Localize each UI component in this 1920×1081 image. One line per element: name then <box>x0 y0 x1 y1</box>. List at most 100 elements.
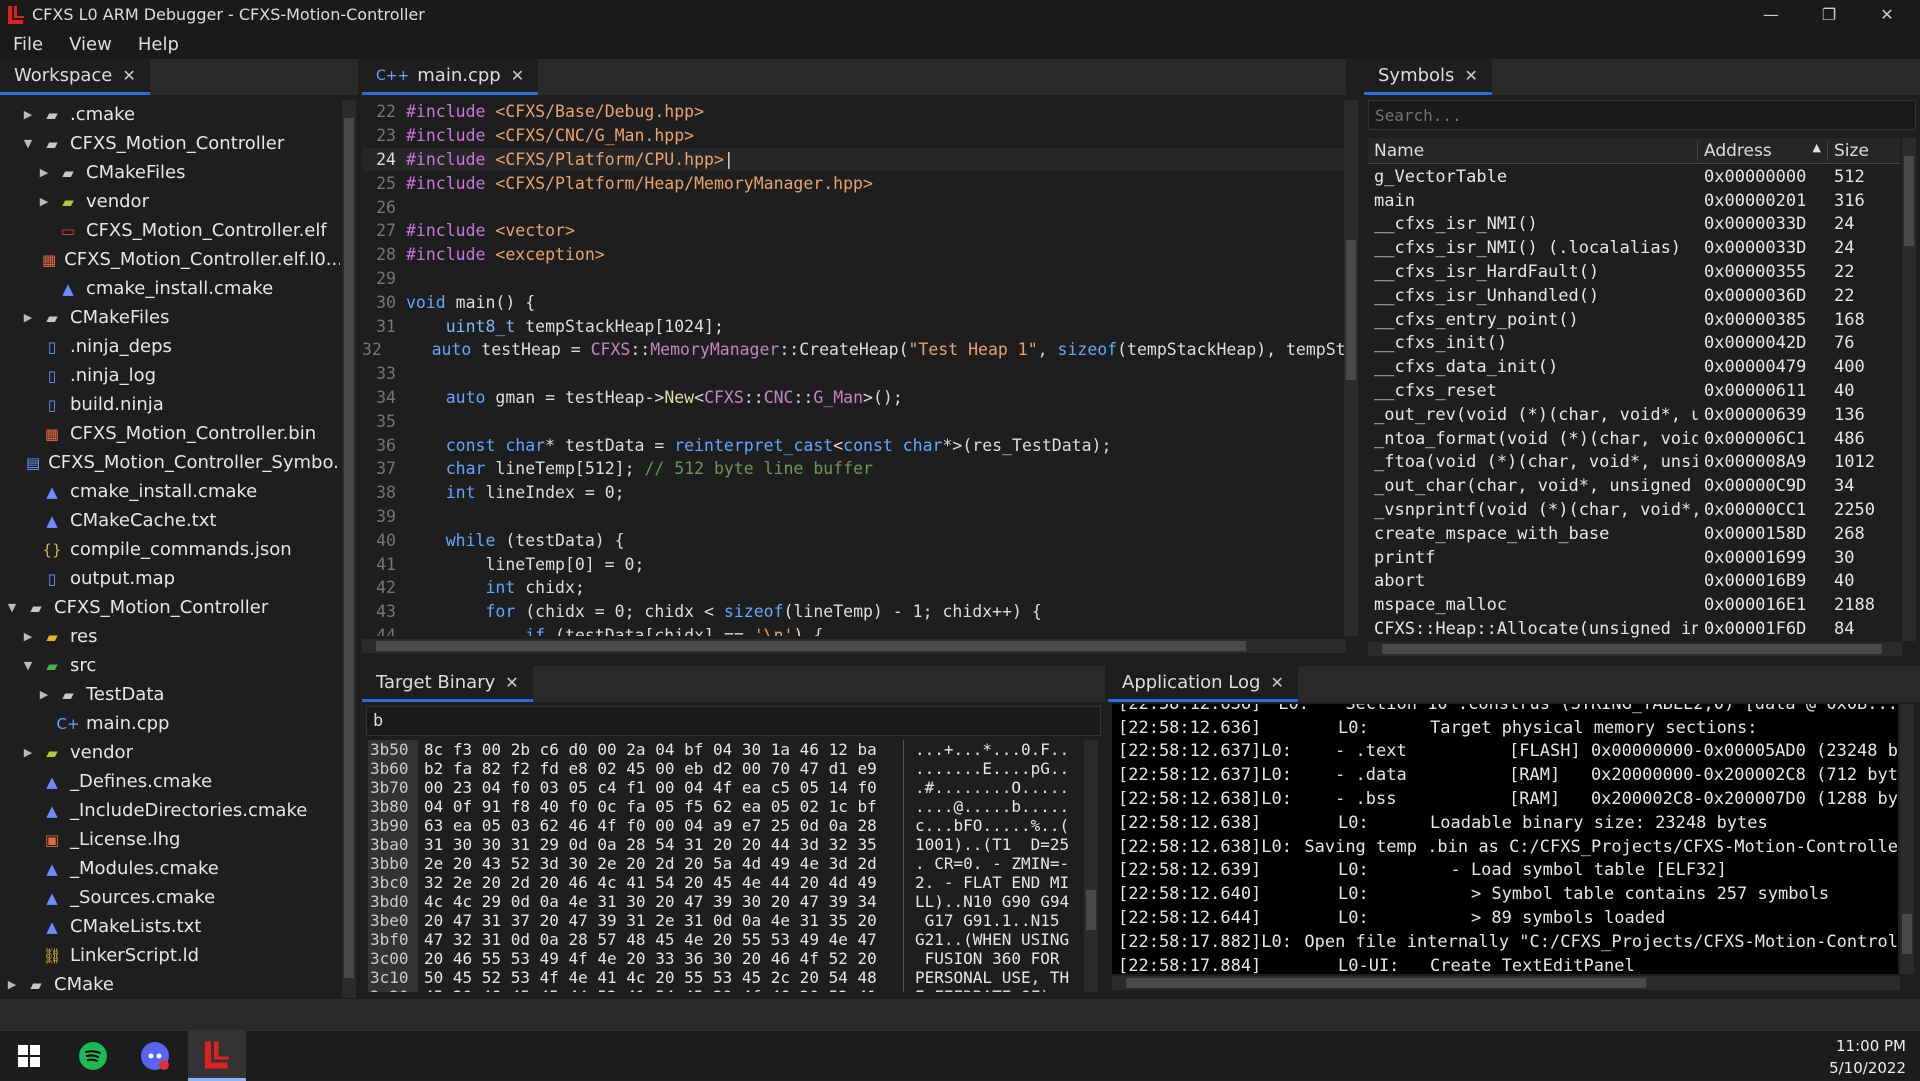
chevron-right-icon[interactable]: ▶ <box>20 108 36 121</box>
close-tab-icon[interactable]: ✕ <box>122 66 135 85</box>
editor-vscrollbar[interactable] <box>1344 100 1358 636</box>
tree-item[interactable]: C+ main.cpp <box>0 709 340 738</box>
symbol-row[interactable]: __cfxs_reset 0x00000611 40 <box>1368 379 1900 403</box>
tree-item[interactable]: ▲ _Sources.cmake <box>0 883 340 912</box>
scrollbar-thumb[interactable] <box>1902 914 1912 954</box>
hex-row[interactable]: 3c00 20 46 55 53 49 4f 4e 20 33 36 30 20 … <box>368 949 1094 968</box>
tree-item[interactable]: ▣ _License.lhg <box>0 825 340 854</box>
code-line[interactable]: 34 auto gman = testHeap->New<CFXS::CNC::… <box>362 386 1347 410</box>
hex-row[interactable]: 3b60 b2 fa 82 f2 fd e8 02 45 00 eb d2 00 … <box>368 759 1094 778</box>
symbol-row[interactable]: abort 0x000016B9 40 <box>1368 570 1900 594</box>
symbol-row[interactable]: CFXS::Heap::Allocate(unsigned in... 0x000… <box>1368 617 1900 641</box>
code-line[interactable]: 22 #include <CFXS/Base/Debug.hpp> <box>362 100 1347 124</box>
tree-item[interactable]: ▶ ▰ .cmake <box>0 100 340 129</box>
hex-row[interactable]: 3b80 04 0f 91 f8 40 f0 0c fa 05 f5 62 ea … <box>368 797 1094 816</box>
tree-item[interactable]: ▶ ▰ CMakeFiles <box>0 303 340 332</box>
close-tab-icon[interactable]: ✕ <box>1270 673 1283 692</box>
chevron-right-icon[interactable]: ▶ <box>20 311 36 324</box>
menu-help[interactable]: Help <box>125 34 192 55</box>
tree-item[interactable]: ▲ CMakeCache.txt <box>0 506 340 535</box>
hex-row[interactable]: 3ba0 31 30 30 31 29 0d 0a 28 54 31 20 20 … <box>368 835 1094 854</box>
tree-item[interactable]: {} compile_commands.json <box>0 535 340 564</box>
debugger-taskbar-button[interactable] <box>188 1031 246 1081</box>
symbol-row[interactable]: _vsnprintf(void (*)(char, void*,... 0x000… <box>1368 498 1900 522</box>
code-line[interactable]: 25 #include <CFXS/Platform/Heap/MemoryMan… <box>362 171 1347 195</box>
code-line[interactable]: 38 int lineIndex = 0; <box>362 481 1347 505</box>
hex-row[interactable]: 3bc0 32 2e 20 2d 20 46 4c 41 54 20 45 4e … <box>368 873 1094 892</box>
symbol-search-input[interactable] <box>1368 100 1916 130</box>
column-address[interactable]: Address ▲ <box>1698 140 1828 161</box>
symbol-row[interactable]: __cfxs_isr_Unhandled() 0x0000036D 22 <box>1368 284 1900 308</box>
chevron-right-icon[interactable]: ▶ <box>20 746 36 759</box>
column-name[interactable]: Name <box>1368 140 1698 161</box>
scrollbar-thumb[interactable] <box>344 118 354 978</box>
chevron-right-icon[interactable]: ▶ <box>20 630 36 643</box>
code-line[interactable]: 33 <box>362 362 1347 386</box>
editor-hscrollbar[interactable] <box>362 639 1346 653</box>
maximize-button[interactable]: ❐ <box>1800 0 1858 29</box>
tree-item[interactable]: ▲ cmake_install.cmake <box>0 477 340 506</box>
symbols-hscrollbar[interactable] <box>1368 642 1902 656</box>
scrollbar-thumb[interactable] <box>1382 644 1882 654</box>
code-line[interactable]: 26 <box>362 195 1347 219</box>
start-button[interactable] <box>0 1031 58 1081</box>
chevron-down-icon[interactable]: ▼ <box>20 659 36 672</box>
hex-row[interactable]: 3c10 50 45 52 53 4f 4e 41 4c 20 55 53 45 … <box>368 968 1094 987</box>
tree-item[interactable]: ▯ .ninja_log <box>0 361 340 390</box>
symbol-row[interactable]: __cfxs_entry_point() 0x00000385 168 <box>1368 308 1900 332</box>
tree-item[interactable]: ▼ ▰ src <box>0 651 340 680</box>
tree-item[interactable]: ▲ cmake_install.cmake <box>0 274 340 303</box>
tree-item[interactable]: ⛓ LinkerScript.ld <box>0 941 340 970</box>
chevron-right-icon[interactable]: ▶ <box>4 978 20 991</box>
tab-application-log[interactable]: Application Log ✕ <box>1108 666 1298 702</box>
scrollbar-thumb[interactable] <box>1086 890 1096 930</box>
code-line[interactable]: 35 <box>362 409 1347 433</box>
code-line[interactable]: 23 #include <CFXS/CNC/G_Man.hpp> <box>362 124 1347 148</box>
symbol-row[interactable]: main 0x00000201 316 <box>1368 189 1900 213</box>
tree-item[interactable]: ▲ CMakeLists.txt <box>0 912 340 941</box>
code-line[interactable]: 44 if (testData[chidx] == '\n') { <box>362 624 1347 636</box>
symbol-row[interactable]: __cfxs_isr_NMI() (.localalias) 0x0000033D… <box>1368 236 1900 260</box>
tree-item[interactable]: ▶ ▰ TestData <box>0 680 340 709</box>
binary-vscrollbar[interactable] <box>1084 740 1098 992</box>
tab-workspace[interactable]: Workspace ✕ <box>0 59 150 95</box>
code-line[interactable]: 41 lineTemp[0] = 0; <box>362 552 1347 576</box>
code-line[interactable]: 30 void main() { <box>362 290 1347 314</box>
tab-main-cpp[interactable]: C++ main.cpp ✕ <box>362 59 539 95</box>
tree-item[interactable]: ▯ .ninja_deps <box>0 332 340 361</box>
code-line[interactable]: 24 #include <CFXS/Platform/CPU.hpp>| <box>362 147 1347 172</box>
symbol-row[interactable]: _ftoa(void (*)(char, void*, unsi... 0x000… <box>1368 451 1900 475</box>
symbol-row[interactable]: __cfxs_data_init() 0x00000479 400 <box>1368 355 1900 379</box>
tree-item[interactable]: ▼ ▰ CFXS_Motion_Controller <box>0 593 340 622</box>
hex-row[interactable]: 3bd0 4c 4c 29 0d 0a 4e 31 30 20 47 39 30 … <box>368 892 1094 911</box>
scrollbar-thumb[interactable] <box>1126 978 1646 988</box>
chevron-down-icon[interactable]: ▼ <box>4 601 20 614</box>
symbol-row[interactable]: mspace_malloc 0x000016E1 2188 <box>1368 593 1900 617</box>
code-line[interactable]: 43 for (chidx = 0; chidx < sizeof(lineTe… <box>362 600 1347 624</box>
tree-item[interactable]: ▯ output.map <box>0 564 340 593</box>
log-output[interactable]: [22:58:12.636]L0:Section 10 .construs (S… <box>1112 704 1898 974</box>
chevron-right-icon[interactable]: ▶ <box>36 195 52 208</box>
code-line[interactable]: 42 int chidx; <box>362 576 1347 600</box>
hex-row[interactable]: 3bb0 2e 20 43 52 3d 30 2e 20 2d 20 5a 4d … <box>368 854 1094 873</box>
symbol-row[interactable]: g_VectorTable 0x00000000 512 <box>1368 165 1900 189</box>
code-line[interactable]: 28 #include <exception> <box>362 243 1347 267</box>
close-tab-icon[interactable]: ✕ <box>1464 66 1477 85</box>
log-vscrollbar[interactable] <box>1900 704 1914 974</box>
code-line[interactable]: 27 #include <vector> <box>362 219 1347 243</box>
chevron-right-icon[interactable]: ▶ <box>36 166 52 179</box>
close-window-button[interactable]: ✕ <box>1858 0 1916 29</box>
discord-taskbar-button[interactable] <box>126 1031 184 1081</box>
tree-item[interactable]: ▶ ▰ CMake <box>0 970 340 998</box>
tree-item[interactable]: ▭ CFXS_Motion_Controller.elf <box>0 216 340 245</box>
hex-row[interactable]: 3b50 8c f3 00 2b c6 d0 00 2a 04 bf 04 30 … <box>368 740 1094 759</box>
chevron-right-icon[interactable]: ▶ <box>36 688 52 701</box>
binary-filter-input[interactable] <box>366 706 1101 736</box>
symbol-row[interactable]: __cfxs_isr_HardFault() 0x00000355 22 <box>1368 260 1900 284</box>
tree-item[interactable]: ▶ ▰ vendor <box>0 738 340 767</box>
symbol-row[interactable]: printf 0x00001699 30 <box>1368 546 1900 570</box>
tab-symbols[interactable]: Symbols ✕ <box>1364 59 1492 95</box>
tree-item[interactable]: ▶ ▰ res <box>0 622 340 651</box>
code-line[interactable]: 36 const char* testData = reinterpret_ca… <box>362 433 1347 457</box>
code-line[interactable]: 29 <box>362 267 1347 291</box>
